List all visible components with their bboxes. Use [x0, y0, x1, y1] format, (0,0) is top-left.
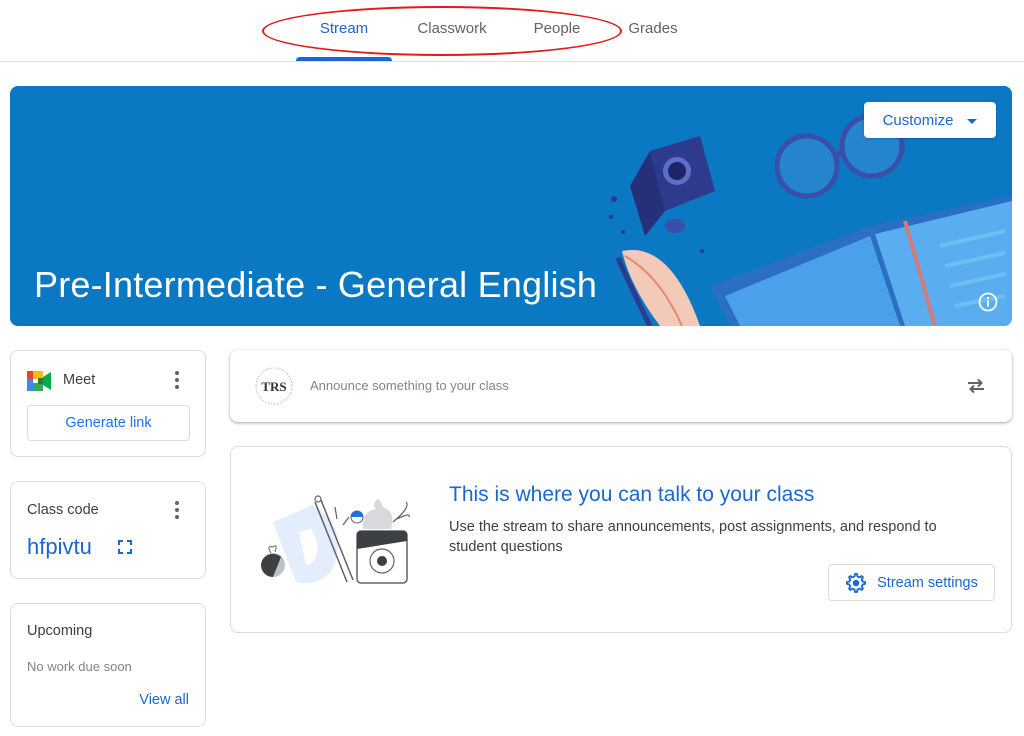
meet-card: Meet Generate link: [10, 350, 206, 457]
class-banner: Pre-Intermediate - General English Custo…: [10, 86, 1012, 326]
info-icon[interactable]: [978, 292, 998, 312]
upcoming-card: Upcoming No work due soon View all: [10, 603, 206, 727]
class-code-card: Class code hfpivtu: [10, 481, 206, 579]
avatar: TRS: [254, 366, 294, 406]
generate-link-button[interactable]: Generate link: [27, 405, 190, 441]
book-illustration: [710, 196, 1012, 326]
stream-illustration: [261, 495, 410, 584]
customize-button[interactable]: Customize: [864, 102, 996, 138]
tab-grades[interactable]: Grades: [622, 0, 684, 61]
customize-label: Customize: [882, 111, 954, 129]
stream-settings-label: Stream settings: [877, 574, 978, 591]
stream-heading: This is where you can talk to your class: [449, 483, 815, 506]
class-code-value[interactable]: hfpivtu: [27, 534, 92, 560]
class-code-title: Class code: [27, 502, 99, 518]
announce-box[interactable]: TRS Announce something to your class: [230, 350, 1012, 422]
repost-icon[interactable]: [964, 374, 988, 398]
top-nav: Stream Classwork People Grades: [0, 0, 1024, 62]
active-tab-indicator: [296, 57, 392, 61]
stream-settings-button[interactable]: Stream settings: [828, 564, 995, 601]
tab-people[interactable]: People: [516, 0, 598, 61]
class-code-more-options-icon[interactable]: [169, 500, 185, 520]
announce-placeholder: Announce something to your class: [310, 378, 509, 393]
tab-classwork[interactable]: Classwork: [404, 0, 500, 61]
feather-illustration: [615, 249, 700, 326]
stream-description: Use the stream to share announcements, p…: [449, 519, 937, 555]
google-meet-icon: [27, 371, 51, 391]
no-work-text: No work due soon: [27, 659, 132, 674]
view-all-link[interactable]: View all: [139, 692, 189, 708]
caret-down-icon: [967, 118, 978, 124]
gear-icon: [846, 572, 867, 593]
upcoming-title: Upcoming: [27, 623, 93, 639]
svg-text:TRS: TRS: [261, 379, 286, 394]
class-title: Pre-Intermediate - General English: [34, 264, 598, 305]
stream-empty-card: This is where you can talk to your class…: [230, 446, 1012, 633]
sharpener-illustration: [609, 136, 715, 253]
tab-stream[interactable]: Stream: [296, 0, 392, 61]
meet-more-options-icon[interactable]: [169, 370, 185, 390]
fullscreen-icon[interactable]: [117, 539, 133, 555]
meet-title: Meet: [63, 372, 96, 388]
